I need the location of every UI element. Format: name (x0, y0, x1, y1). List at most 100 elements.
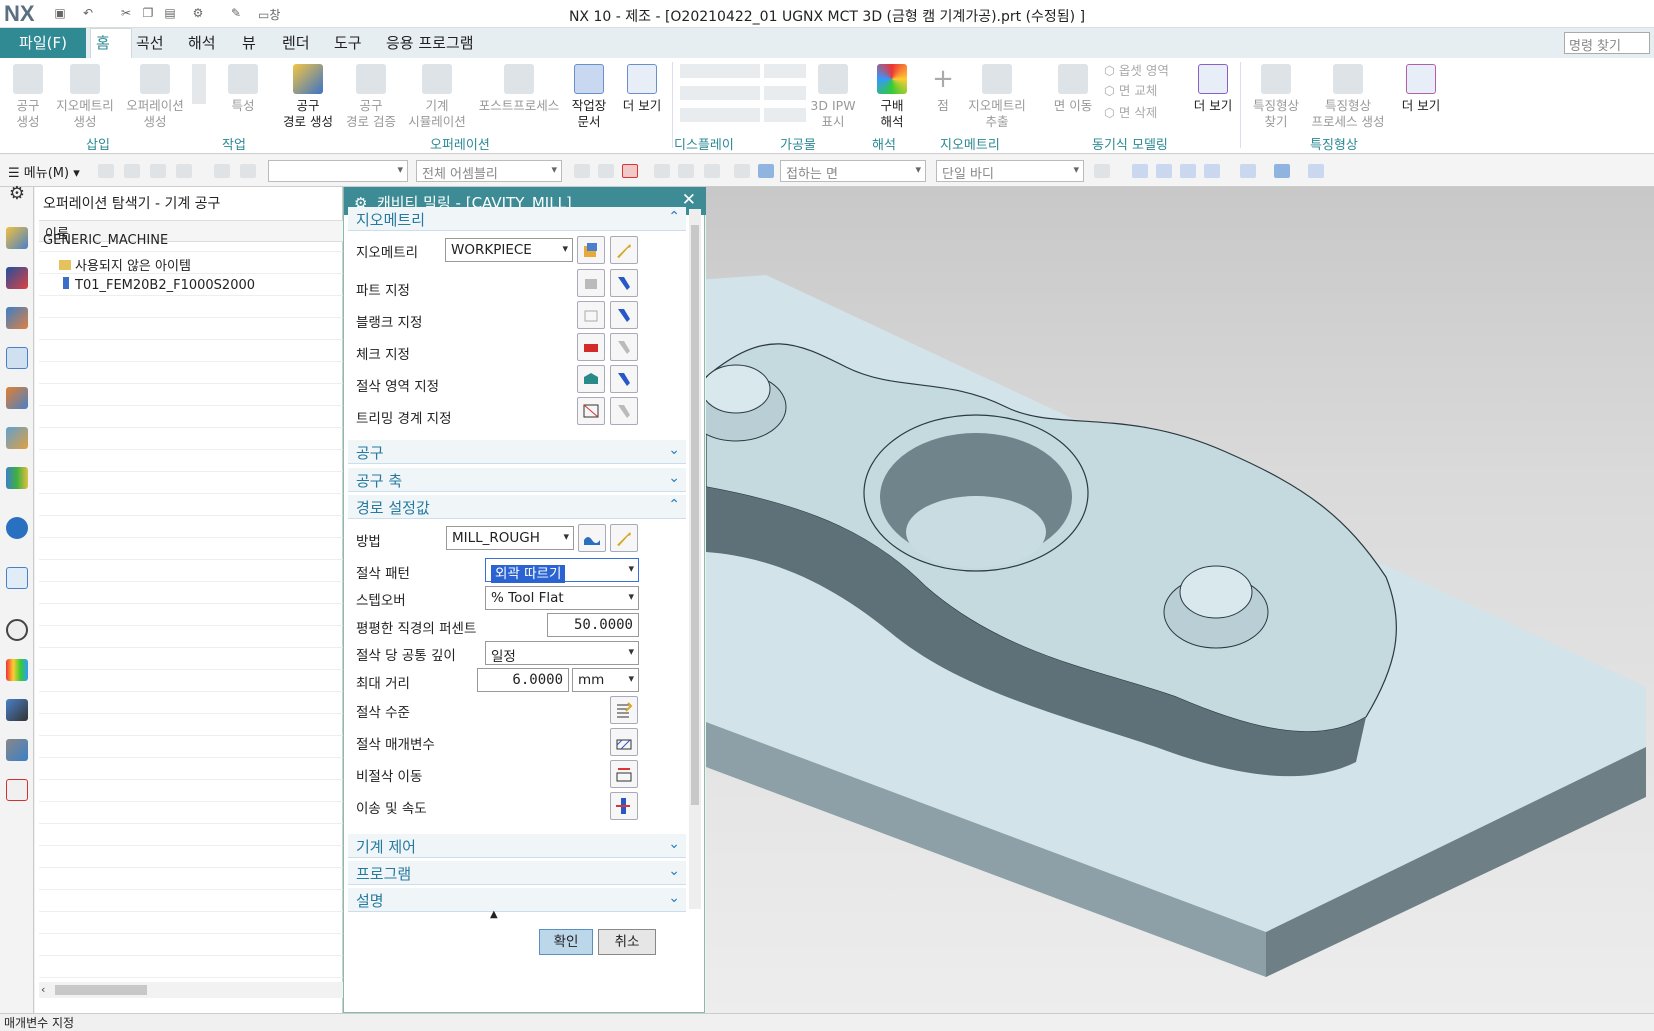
shop-documentation-button[interactable]: 작업장 문서 (568, 64, 610, 130)
reuse-library-icon[interactable] (6, 467, 28, 489)
non-cutting-moves-icon[interactable] (610, 760, 638, 788)
command-search-input[interactable]: 명령 찾기 (1564, 32, 1650, 54)
tab-analysis[interactable]: 해석 (188, 32, 216, 53)
tree-row-machine[interactable]: GENERIC_MACHINE (39, 230, 343, 252)
create-operation-button[interactable]: 오퍼레이션 생성 (122, 64, 188, 130)
generate-tool-path-button[interactable]: 공구 경로 생성 (278, 64, 338, 130)
fit-view-icon[interactable] (1132, 164, 1148, 178)
select-flashlight-icon[interactable] (610, 269, 638, 297)
snap-icon[interactable] (704, 164, 720, 178)
cut-area-icon[interactable] (577, 365, 605, 393)
create-tool-button[interactable]: 공구 생성 (8, 64, 48, 130)
snap-icon[interactable] (598, 164, 614, 178)
tab-view[interactable]: 뷰 (242, 32, 256, 53)
check-geometry-icon[interactable] (577, 333, 605, 361)
move-face-button[interactable]: 면 이동 (1050, 64, 1096, 114)
property-button[interactable]: 특성 (226, 64, 260, 114)
scroll-thumb[interactable] (55, 985, 147, 995)
orient-view-icon[interactable] (1204, 164, 1220, 178)
scroll-left-icon[interactable]: ‹ (41, 983, 45, 996)
web-browser-icon[interactable] (6, 567, 28, 589)
group-geometry[interactable]: 지오메트리 (940, 134, 1000, 153)
verify-tool-path-button[interactable]: 공구 경로 검증 (342, 64, 400, 130)
shaded-icon[interactable] (1274, 164, 1290, 178)
unit-dropdown[interactable]: mm (572, 668, 639, 692)
cut-levels-icon[interactable] (610, 696, 638, 724)
select-flashlight-icon[interactable] (610, 333, 638, 361)
history-icon[interactable] (6, 619, 28, 641)
tree-row-unused[interactable]: 사용되지 않은 아이템 (39, 252, 343, 274)
common-depth-dropdown[interactable]: 일정 (485, 641, 639, 665)
machine-tool-navigator-icon[interactable] (6, 387, 28, 409)
dialog-scroll-thumb[interactable] (691, 225, 699, 805)
cut-parameters-icon[interactable] (610, 728, 638, 756)
feeds-speeds-icon[interactable] (610, 792, 638, 820)
system-scene-icon[interactable] (6, 739, 28, 761)
filter-icon[interactable] (240, 164, 256, 178)
show-3d-ipw-button[interactable]: 3D IPW 표시 (810, 64, 856, 130)
tree-row-tool[interactable]: T01_FEM20B2_F1000S2000 (39, 274, 343, 296)
edit-method-wrench-icon[interactable] (610, 524, 638, 552)
zoom-icon[interactable] (1156, 164, 1172, 178)
cut-pattern-dropdown[interactable]: 외곽 따르기 (485, 558, 639, 583)
tab-applications[interactable]: 응용 프로그램 (386, 32, 474, 53)
part-navigator-icon[interactable] (6, 227, 28, 249)
machine-simulation-button[interactable]: 기계 시뮬레이션 (404, 64, 470, 130)
method-dropdown[interactable]: MILL_ROUGH (446, 526, 574, 550)
section-tool[interactable]: 공구 ⌄ (348, 440, 686, 464)
group-insert[interactable]: 삽입 (86, 134, 110, 153)
more-button-2[interactable]: 더 보기 (1190, 64, 1236, 114)
cancel-button[interactable]: 취소 (598, 929, 656, 955)
group-workpiece[interactable]: 가공물 (780, 134, 816, 153)
draft-analysis-button[interactable]: 구배 해석 (870, 64, 914, 130)
tab-curve[interactable]: 곡선 (136, 32, 164, 53)
tab-home[interactable]: 홈 (96, 32, 110, 53)
section-icon[interactable] (1308, 164, 1324, 178)
info-icon[interactable] (6, 517, 28, 539)
filter-icon[interactable] (214, 164, 230, 178)
part-model[interactable] (706, 187, 1654, 1013)
method-icon[interactable] (578, 524, 606, 552)
group-display[interactable]: 디스플레이 (674, 134, 734, 153)
find-feature-button[interactable]: 특징형상 찾기 (1248, 64, 1304, 130)
graphics-window[interactable] (706, 187, 1654, 1013)
part-box-icon[interactable] (577, 269, 605, 297)
rotate-icon[interactable] (1180, 164, 1196, 178)
select-flashlight-icon[interactable] (610, 301, 638, 329)
stepover-dropdown[interactable]: % Tool Flat (485, 586, 639, 610)
blank-wireframe-icon[interactable] (577, 301, 605, 329)
face-rule-combo[interactable]: 접하는 면 (780, 160, 926, 182)
flat-diameter-percent-input[interactable]: 50.0000 (547, 613, 639, 637)
section-path-settings[interactable]: 경로 설정값 ⌃ (348, 495, 686, 519)
snap-icon[interactable] (654, 164, 670, 178)
collapse-arrow-icon[interactable]: ▲ (490, 909, 498, 920)
select-flashlight-icon[interactable] (610, 397, 638, 425)
snap-point-icon[interactable] (622, 164, 638, 178)
section-tool-axis[interactable]: 공구 축 ⌄ (348, 468, 686, 492)
group-sync-modeling[interactable]: 동기식 모델링 (1092, 134, 1168, 153)
palette-icon[interactable] (6, 659, 28, 681)
assembly-navigator-icon[interactable] (6, 267, 28, 289)
tab-render[interactable]: 렌더 (282, 32, 310, 53)
section-program[interactable]: 프로그램 ⌄ (348, 861, 686, 885)
type-filter-combo[interactable] (268, 160, 408, 182)
replace-face-button[interactable]: ⬡ 면 교체 (1104, 80, 1157, 99)
arrow-right-icon[interactable] (1094, 164, 1110, 178)
filter-icon[interactable] (98, 164, 114, 178)
ok-button[interactable]: 확인 (539, 929, 593, 955)
extract-geometry-button[interactable]: 지오메트리 추출 (964, 64, 1030, 130)
max-distance-input[interactable]: 6.0000 (477, 668, 569, 692)
settings-icon[interactable]: ⚙ (6, 183, 28, 205)
menu-button[interactable]: ☰ 메뉴(M) ▾ (8, 162, 80, 181)
edit-geometry-wrench-icon[interactable] (610, 236, 638, 264)
new-geometry-icon[interactable] (577, 236, 605, 264)
group-actions[interactable]: 작업 (222, 134, 246, 153)
filter-icon[interactable] (124, 164, 140, 178)
more-button-1[interactable]: 더 보기 (618, 64, 666, 114)
filter-icon[interactable] (176, 164, 192, 178)
delete-face-button[interactable]: ⬡ 면 삭제 (1104, 102, 1157, 121)
process-studio-icon[interactable] (6, 779, 28, 801)
operation-navigator-icon[interactable] (6, 347, 28, 369)
horizontal-scrollbar[interactable]: ‹ (39, 982, 343, 998)
feature-navigator-icon[interactable] (6, 427, 28, 449)
